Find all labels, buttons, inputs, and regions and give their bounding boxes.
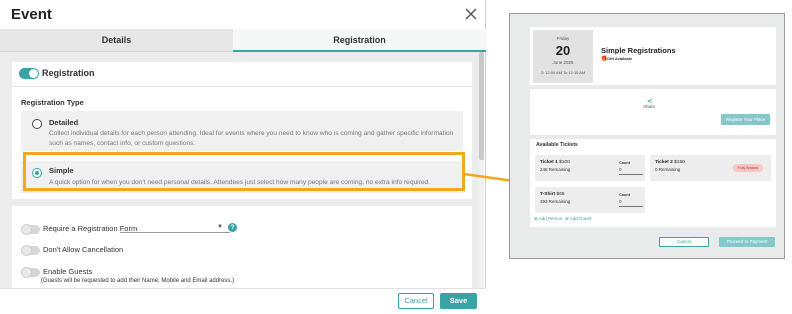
registration-toggle-label: Registration [42, 68, 95, 78]
dialog-footer: Cancel Save [0, 288, 486, 314]
add-guest-link[interactable]: ⊕ Add Guest [565, 216, 591, 222]
divider [12, 86, 472, 87]
count-input[interactable]: 0 [619, 199, 622, 204]
radio-detailed[interactable] [32, 119, 42, 129]
event-time: ⊙ 12:00 AM To 12:15 AM [540, 70, 586, 75]
dialog-title: Event [11, 6, 52, 23]
toggle-knob [21, 267, 32, 278]
add-person-link[interactable]: ⊕ Add Person [534, 216, 562, 222]
gift-label: Gift Available [607, 56, 633, 61]
preview-cancel-button[interactable]: Cancel [659, 237, 709, 247]
ticket-name: Ticket 1 $100 [540, 160, 570, 165]
tickets-card: Available Tickets Ticket 1 $100 248 Rema… [530, 139, 776, 227]
disallow-cancellation-label: Don't Allow Cancellation [43, 245, 124, 254]
register-button[interactable]: Register Your Place [721, 114, 770, 125]
ticket-name-text: T-Shirt [540, 192, 556, 197]
count-underline [619, 206, 643, 207]
toggle-knob [21, 224, 32, 235]
date-box: Friday 20 June 2025 ⊙ 12:00 AM To 12:15 … [533, 30, 593, 83]
tab-bar: Details Registration [0, 29, 486, 52]
option-detailed[interactable]: Detailed Collect individual details for … [21, 111, 463, 151]
highlight-box [23, 152, 465, 191]
enable-guests-label: Enable Guests [43, 267, 93, 276]
option-detailed-title: Detailed [49, 118, 79, 127]
registration-form-select[interactable] [120, 232, 230, 233]
toggle-knob [21, 245, 32, 256]
count-underline [619, 174, 643, 175]
toggle-knob [29, 69, 38, 78]
enable-guests-note: (Guests will be requested to add their N… [41, 278, 235, 284]
option-detailed-description: Collect individual details for each pers… [49, 130, 454, 147]
tab-details[interactable]: Details [0, 29, 233, 52]
fully-booked-badge: Fully Booked [733, 164, 763, 172]
ticket-price: $100 [559, 160, 570, 165]
chevron-down-icon[interactable]: ▼ [217, 224, 223, 230]
event-title: Simple Registrations [601, 46, 676, 55]
count-label: Count [619, 193, 630, 197]
cancel-button[interactable]: Cancel [398, 293, 434, 309]
share-card: ⋞ Share Register Your Place [530, 89, 776, 135]
settings-card: Require a Registration Form ▼ ? Don't Al… [12, 206, 472, 288]
tab-registration[interactable]: Registration [233, 29, 486, 52]
ticket-item: T-Shirt $65 393 Remaining Count 0 [535, 187, 645, 213]
ticket-name: Ticket 2 $150 [655, 160, 685, 165]
require-form-toggle[interactable] [21, 224, 40, 235]
ticket-item: Ticket 1 $100 248 Remaining Count 0 [535, 155, 645, 181]
disallow-cancellation-toggle[interactable] [21, 245, 40, 256]
ticket-remaining: 393 Remaining [540, 199, 571, 204]
event-summary-card: Friday 20 June 2025 ⊙ 12:00 AM To 12:15 … [530, 27, 776, 85]
registration-type-label: Registration Type [21, 98, 84, 107]
enable-guests-toggle[interactable] [21, 267, 40, 278]
ticket-price: $150 [674, 160, 685, 165]
ticket-price: $65 [556, 192, 565, 197]
registration-preview: Friday 20 June 2025 ⊙ 12:00 AM To 12:15 … [509, 13, 785, 259]
ticket-item: Ticket 2 $150 0 Remaining Fully Booked [650, 155, 771, 181]
proceed-to-payment-button[interactable]: Proceed to Payment [719, 237, 775, 247]
count-label: Count [619, 161, 630, 165]
save-button[interactable]: Save [440, 293, 477, 309]
count-input[interactable]: 0 [619, 167, 622, 172]
scroll-thumb[interactable] [479, 52, 484, 160]
date-day: 20 [555, 43, 571, 58]
date-month-year: June 2025 [552, 60, 574, 65]
registration-toggle[interactable] [19, 68, 39, 79]
ticket-name-text: Ticket 2 [655, 160, 673, 165]
share-label[interactable]: Share [643, 104, 655, 109]
ticket-name-text: Ticket 1 [540, 160, 558, 165]
date-day-of-week: Friday [556, 36, 570, 41]
ticket-remaining: 0 Remaining [655, 167, 681, 172]
ticket-name: T-Shirt $65 [540, 192, 565, 197]
tickets-title: Available Tickets [536, 142, 578, 148]
ticket-remaining: 248 Remaining [540, 167, 571, 172]
help-icon[interactable]: ? [228, 223, 237, 232]
close-icon[interactable] [462, 5, 480, 23]
